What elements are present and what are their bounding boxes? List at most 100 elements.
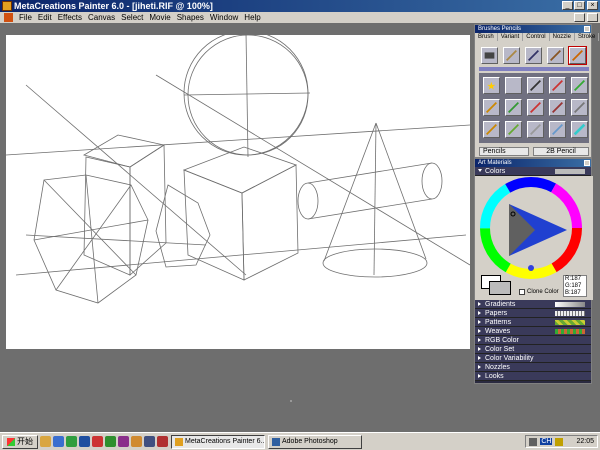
menu-effects[interactable]: Effects [55,12,85,23]
art-materials-sections: Gradients Papers Patterns Weaves RGB Col… [475,300,591,381]
brush-grid-photo-icon[interactable] [527,121,544,138]
section-looks-label: Looks [485,373,504,380]
maximize-button[interactable]: □ [574,1,585,10]
section-color-variability[interactable]: Color Variability [475,354,591,363]
quicklaunch-acrobat-icon[interactable] [157,436,168,447]
doc-close-button[interactable] [587,13,598,22]
brush-pen-icon[interactable] [481,47,498,64]
brush-grid-cloner-icon[interactable] [571,77,588,94]
doc-minimize-button[interactable] [574,13,585,22]
section-color-set-label: Color Set [485,346,515,353]
brush-tabs: Brush Variant Control Nozzle Stroke [475,33,600,41]
quicklaunch-word-icon[interactable] [79,436,90,447]
task-photoshop[interactable]: Adobe Photoshop [268,434,362,449]
close-button[interactable]: × [587,1,598,10]
document-icon[interactable] [4,13,13,22]
brush-grid-camera-icon[interactable] [505,77,522,94]
menu-window[interactable]: Window [207,12,241,23]
brush-grid-eraser-icon[interactable] [483,99,500,116]
brush-grid-pens-icon[interactable] [505,121,522,138]
brush-grid-charcoal-icon[interactable] [527,77,544,94]
quicklaunch-media-icon[interactable] [144,436,155,447]
brush-airbrush-icon[interactable] [525,47,542,64]
section-weaves-label: Weaves [485,328,511,335]
photoshop-task-icon [272,437,280,446]
menu-help[interactable]: Help [241,12,263,23]
brush-category-select[interactable]: Pencils [479,147,529,156]
clone-color-checkbox[interactable] [519,289,525,295]
drawing-canvas[interactable] [5,30,471,349]
brush-grid-image-hose-icon[interactable] [527,99,544,116]
brush-grid-liquid-icon[interactable] [549,99,566,116]
quicklaunch-access-icon[interactable] [118,436,129,447]
menu-file[interactable]: File [16,12,35,23]
painter-app-icon[interactable] [2,1,12,11]
brush-oil-icon[interactable] [547,47,564,64]
ime-indicator[interactable]: CH [540,438,553,445]
brush-grid-water-icon[interactable] [549,121,566,138]
brush-variant-select[interactable]: 2B Pencil [533,147,589,156]
taskbar: 开始 MetaCreations Painter 6.... Adobe Pho… [0,432,600,450]
section-papers-label: Papers [485,310,508,317]
brushes-palette-title-bar[interactable]: Brushes Pencils [475,25,591,33]
menu-movie[interactable]: Movie [146,12,173,23]
brush-grid-felt-icon[interactable] [505,99,522,116]
brush-grid-pastel-icon[interactable] [483,121,500,138]
secondary-color-swatch[interactable] [489,281,511,295]
section-gradients[interactable]: Gradients [475,300,591,309]
expand-right-icon [478,320,481,324]
quicklaunch-ie-icon[interactable] [53,436,64,447]
pencil-sketch [5,30,471,304]
tray-app-icon[interactable] [555,437,564,446]
volume-icon[interactable] [529,437,538,446]
section-color-set[interactable]: Color Set [475,345,591,354]
menu-canvas[interactable]: Canvas [85,12,118,23]
section-nozzles[interactable]: Nozzles [475,363,591,372]
section-rgb-color[interactable]: RGB Color [475,336,591,345]
task-painter[interactable]: MetaCreations Painter 6.... [171,434,265,449]
art-materials-title-bar[interactable]: Art Materials [475,159,591,167]
tab-brush[interactable]: Brush [475,33,498,41]
quicklaunch-app-icon[interactable] [92,436,103,447]
quicklaunch-powerpoint-icon[interactable] [131,436,142,447]
workspace-dot [290,400,292,402]
tab-control[interactable]: Control [523,33,550,41]
quicklaunch-folder-icon[interactable] [40,436,51,447]
start-button[interactable]: 开始 [2,434,38,449]
section-weaves[interactable]: Weaves [475,327,591,336]
section-gradients-label: Gradients [485,301,516,308]
section-color-variability-label: Color Variability [485,355,534,362]
section-looks[interactable]: Looks [475,372,591,381]
gradient-preview [555,302,585,307]
brush-drawer-divider[interactable] [479,67,589,71]
quicklaunch-desktop-icon[interactable] [66,436,77,447]
section-patterns[interactable]: Patterns [475,318,591,327]
expand-right-icon [478,338,481,342]
window-title-bar[interactable]: MetaCreations Painter 6.0 - [jiheti.RIF … [0,0,600,12]
tab-stroke[interactable]: Stroke [575,33,600,41]
quicklaunch-excel-icon[interactable] [105,436,116,447]
menu-edit[interactable]: Edit [35,12,55,23]
art-materials-close-button[interactable] [584,160,590,166]
task-photoshop-label: Adobe Photoshop [282,437,338,445]
menu-select[interactable]: Select [118,12,146,23]
section-papers[interactable]: Papers [475,309,591,318]
rgb-red-value: R:187 [565,276,582,282]
rgb-green-value: G:187 [565,283,582,289]
brush-pencil-icon[interactable] [568,46,587,65]
brushes-palette-close-button[interactable] [584,26,590,32]
brush-crayon-icon[interactable] [503,47,520,64]
brush-grid-chalk-icon[interactable] [549,77,566,94]
current-color-preview [555,169,585,174]
brush-grid-masking-icon[interactable] [571,99,588,116]
brush-grid-f-x-icon[interactable] [571,121,588,138]
section-colors[interactable]: Colors [475,167,591,176]
tab-variant[interactable]: Variant [498,33,524,41]
art-materials-title: Art Materials [478,160,512,166]
menu-shapes[interactable]: Shapes [174,12,207,23]
minimize-button[interactable]: _ [562,1,573,10]
tab-nozzle[interactable]: Nozzle [550,33,575,41]
brush-grid-star-icon[interactable]: ★ [483,77,500,94]
art-materials-palette: Art Materials Colors Clone Color R:187 G… [474,158,593,384]
clock[interactable]: 22:05 [576,438,594,445]
